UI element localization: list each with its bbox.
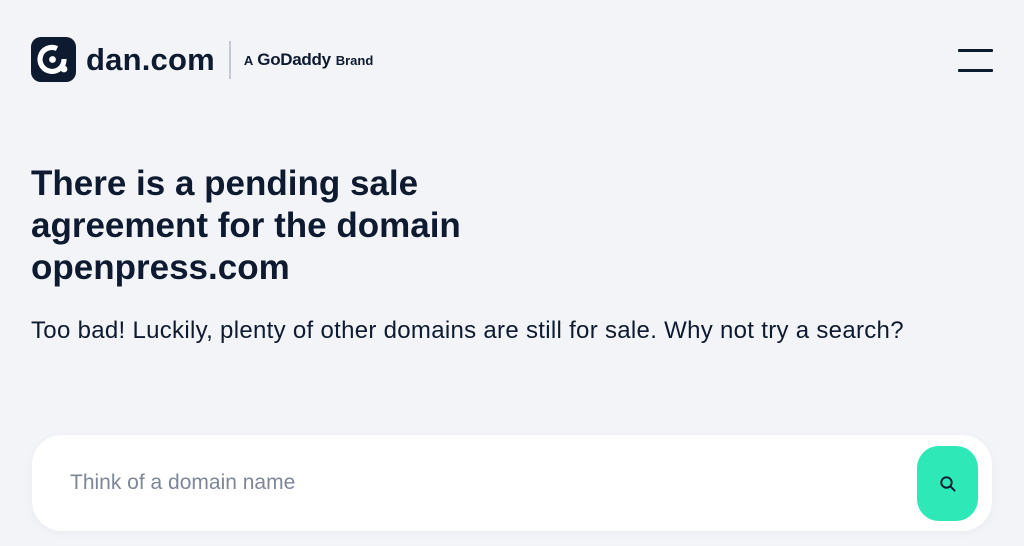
logo-divider (228, 40, 231, 79)
dan-logo-icon (31, 37, 76, 82)
site-header: dan.com A GoDaddy Brand (0, 0, 1024, 120)
menu-line-top (958, 49, 993, 52)
page-title: There is a pending sale agreement for th… (31, 164, 461, 287)
dan-logo[interactable]: dan.com A GoDaddy Brand (31, 37, 373, 82)
brand-prefix: A (243, 52, 254, 68)
godaddy-brand-tag: A GoDaddy Brand (244, 50, 373, 70)
domain-search-input[interactable] (70, 460, 890, 506)
search-icon (940, 476, 956, 492)
logo-wordmark: dan.com (86, 42, 215, 77)
menu-line-bottom (958, 69, 993, 72)
brand-name: GoDaddy (257, 49, 331, 69)
domain-search-bar (32, 435, 992, 531)
brand-suffix: Brand (335, 52, 374, 68)
hamburger-menu-icon[interactable] (956, 47, 994, 75)
page-subtext: Too bad! Luckily, plenty of other domain… (31, 317, 904, 344)
search-button[interactable] (917, 446, 978, 521)
